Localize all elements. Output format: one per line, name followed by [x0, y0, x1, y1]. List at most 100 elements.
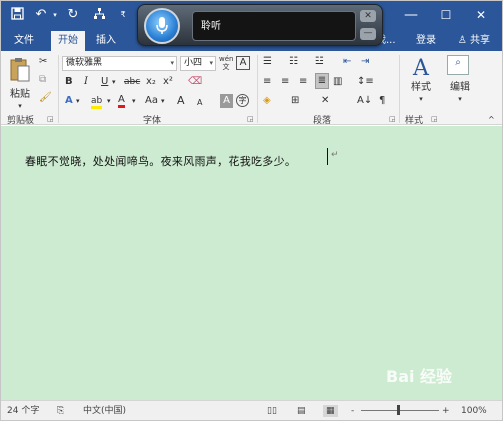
microphone-button[interactable]	[144, 8, 180, 44]
decrease-indent-icon[interactable]: ⇤	[343, 55, 351, 69]
clipboard-group-label: 剪贴板	[7, 116, 35, 126]
increase-indent-icon[interactable]: ⇥	[361, 55, 369, 69]
zoom-out-button[interactable]: -	[351, 405, 354, 417]
font-color-dropdown-icon[interactable]: ▾	[132, 94, 136, 108]
baidu-watermark: Bai 经验	[386, 363, 452, 387]
highlight-button[interactable]: ab	[91, 94, 103, 109]
borders-icon[interactable]: ⊞	[291, 94, 299, 108]
minimize-icon[interactable]: —	[360, 28, 376, 40]
numbering-icon[interactable]: ☷	[289, 55, 298, 69]
font-size-combo[interactable]: 小四 ▾	[180, 56, 216, 71]
quick-access-dropdown-icon[interactable]: ₹	[115, 7, 131, 23]
person-icon: ♙	[457, 35, 467, 46]
close-button[interactable]: ✕	[464, 1, 498, 29]
speech-status: 聆听	[201, 21, 221, 32]
subscript-button[interactable]: x₂	[146, 75, 156, 89]
superscript-button[interactable]: x²	[163, 75, 173, 89]
shading-icon[interactable]: ◈	[263, 94, 271, 108]
styles-icon: A	[413, 56, 429, 81]
cut-icon[interactable]: ✂	[39, 55, 47, 69]
styles-dropdown-icon: ▾	[419, 95, 423, 103]
char-shading-button[interactable]: A	[220, 94, 233, 108]
proofing-icon[interactable]: ⎘	[57, 405, 64, 417]
align-center-icon[interactable]: ≡	[281, 75, 289, 89]
font-group-label: 字体	[143, 116, 162, 126]
justify-icon[interactable]: ≣	[315, 73, 329, 89]
paste-label: 粘贴	[10, 89, 30, 100]
styles-launcher-icon[interactable]: ◲	[431, 115, 438, 123]
asian-layout-icon[interactable]: ✕	[321, 94, 329, 108]
zoom-slider-track[interactable]	[361, 410, 439, 411]
clipboard-launcher-icon[interactable]: ◲	[47, 115, 54, 123]
document-canvas[interactable]: 春眠不觉晓，处处闻啼鸟。夜来风雨声，花我吃多少。 ↵	[1, 126, 502, 400]
line-spacing-icon[interactable]: ↕≡	[357, 75, 374, 89]
ribbon-separator	[399, 55, 400, 123]
paste-button[interactable]: 粘贴 ▾	[7, 57, 33, 110]
strikethrough-button[interactable]: abc	[124, 75, 140, 89]
clear-formatting-icon[interactable]: ⌫	[188, 75, 202, 89]
bold-button[interactable]: B	[65, 75, 73, 89]
tab-home[interactable]: 开始	[51, 31, 85, 51]
underline-button[interactable]: U	[101, 75, 108, 89]
font-launcher-icon[interactable]: ◲	[247, 115, 254, 123]
word-window: ↶ ▾ ↻ ₹ — ☐ ✕ 文件 开始 插入 亦我... 登录 ♙ 共享 粘贴 …	[0, 0, 503, 421]
customize-icon[interactable]	[91, 7, 107, 23]
redo-icon[interactable]: ↻	[65, 7, 81, 23]
ribbon-separator	[257, 55, 258, 123]
text-cursor	[327, 148, 328, 165]
align-right-icon[interactable]: ≡	[299, 75, 307, 89]
shrink-font-button[interactable]: A	[197, 96, 202, 110]
phonetic-guide-button[interactable]: wén 文	[219, 55, 233, 71]
bullets-icon[interactable]: ☰	[263, 55, 272, 69]
ribbon: 粘贴 ▾ ✂ ⧉ 🖌 剪贴板 ◲ 微软雅黑 ▾ 小四 ▾ wén 文 A B I …	[1, 51, 502, 127]
italic-button[interactable]: I	[84, 75, 88, 89]
zoom-level[interactable]: 100%	[461, 405, 487, 417]
styles-label: 样式	[411, 82, 431, 93]
sort-icon[interactable]: A↓	[357, 94, 372, 108]
find-icon[interactable]: ⌕	[447, 55, 469, 75]
word-count[interactable]: 24 个字	[7, 405, 39, 417]
read-mode-icon[interactable]: ▯▯	[267, 405, 277, 417]
share-button[interactable]: ♙ 共享	[458, 31, 490, 51]
minimize-button[interactable]: —	[394, 1, 428, 29]
undo-dropdown-icon[interactable]: ▾	[47, 7, 63, 23]
change-case-dropdown-icon[interactable]: ▾	[161, 94, 165, 108]
multilevel-list-icon[interactable]: ☳	[315, 55, 324, 69]
zoom-slider-thumb[interactable]	[397, 405, 400, 415]
maximize-button[interactable]: ☐	[429, 1, 463, 29]
editing-dropdown-icon: ▾	[458, 95, 462, 103]
highlight-dropdown-icon[interactable]: ▾	[107, 94, 111, 108]
save-icon[interactable]	[9, 7, 25, 23]
language-indicator[interactable]: 中文(中国)	[83, 405, 126, 417]
underline-dropdown-icon[interactable]: ▾	[112, 75, 116, 89]
copy-icon[interactable]: ⧉	[39, 73, 46, 87]
paragraph-launcher-icon[interactable]: ◲	[389, 115, 396, 123]
font-name-value: 微软雅黑	[66, 58, 103, 68]
grow-font-button[interactable]: A	[177, 94, 185, 108]
editing-button[interactable]: 编辑 ▾	[445, 81, 475, 103]
document-text[interactable]: 春眠不觉晓，处处闻啼鸟。夜来风雨声，花我吃多少。	[25, 153, 296, 169]
watermark-text: Bai 经验	[386, 367, 453, 386]
styles-button[interactable]: A 样式 ▾	[405, 56, 437, 104]
speech-recognition-bar: 聆听 ✕ —	[137, 4, 383, 46]
tab-insert[interactable]: 插入	[89, 31, 123, 51]
chevron-down-icon: ▾	[209, 59, 213, 67]
zoom-in-button[interactable]: +	[442, 405, 450, 417]
font-color-button[interactable]: A	[118, 94, 125, 108]
web-layout-icon[interactable]: ▦	[323, 405, 338, 417]
close-icon[interactable]: ✕	[360, 10, 376, 22]
text-effects-button[interactable]: A	[65, 94, 73, 108]
collapse-ribbon-icon[interactable]: ^	[488, 113, 495, 127]
print-layout-icon[interactable]: ▤	[297, 405, 306, 417]
tab-file[interactable]: 文件	[7, 31, 41, 51]
distributed-icon[interactable]: ▥	[333, 75, 342, 89]
char-border-button[interactable]: A	[236, 56, 250, 70]
font-name-combo[interactable]: 微软雅黑 ▾	[62, 56, 177, 71]
format-painter-icon[interactable]: 🖌	[39, 91, 52, 105]
enclose-chars-button[interactable]: 字	[236, 94, 249, 107]
show-marks-icon[interactable]: ¶	[379, 94, 385, 108]
change-case-button[interactable]: Aa	[145, 94, 158, 108]
align-left-icon[interactable]: ≡	[263, 75, 271, 89]
login-link[interactable]: 登录	[409, 31, 443, 51]
text-effects-dropdown-icon[interactable]: ▾	[76, 94, 80, 108]
